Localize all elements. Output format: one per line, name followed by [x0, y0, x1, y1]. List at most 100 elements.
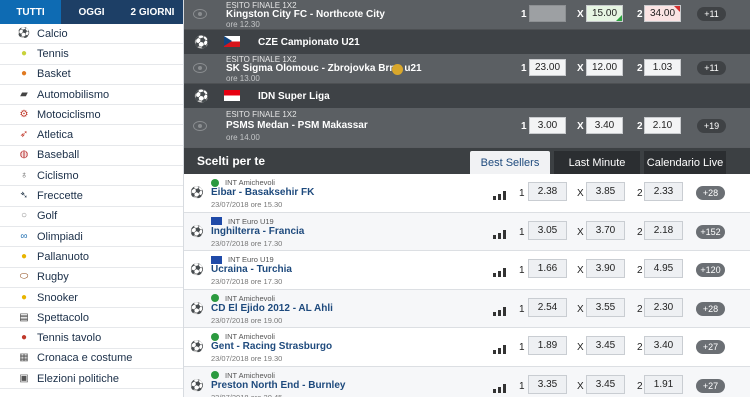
event-name[interactable]: Ucraina - Turchia [211, 264, 292, 275]
odd-x-button[interactable]: 3.90 [586, 259, 625, 278]
event-name[interactable]: CD El Ejido 2012 - AL Ahli [211, 303, 333, 314]
tab-calendario-live[interactable]: Calendario Live [644, 151, 726, 174]
more-markets-button[interactable]: +19 [697, 119, 726, 133]
more-markets-button[interactable]: +28 [696, 301, 725, 316]
odd-x-button[interactable]: 15.00 [586, 5, 623, 22]
odd-1-button[interactable]: 1.89 [528, 336, 567, 355]
pick-row[interactable]: ⚽ INT Amichevoli Preston North End - Burnl… [184, 366, 750, 397]
eye-icon[interactable] [193, 63, 207, 73]
odd-2-button[interactable]: 1.03 [644, 59, 681, 76]
more-markets-button[interactable]: +28 [696, 186, 725, 200]
stats-icon[interactable] [493, 345, 506, 354]
odd-label-x: X [577, 226, 584, 238]
odd-2-button[interactable]: 34.00 [644, 5, 681, 22]
water-polo-ball-icon: ● [20, 250, 28, 262]
odd-2-button[interactable]: 3.40 [644, 336, 683, 355]
sidebar-item-cronaca-e-costume[interactable]: ▦ Cronaca e costume [0, 349, 183, 370]
sidebar-item-tennis-tavolo[interactable]: ● Tennis tavolo [0, 328, 183, 349]
eye-icon[interactable] [193, 9, 207, 19]
sidebar-item-golf[interactable]: ○ Golf [0, 207, 183, 227]
odd-2-button[interactable]: 2.18 [644, 220, 683, 240]
event-name[interactable]: Kingston City FC - Northcote City [226, 9, 385, 20]
event-name[interactable]: Inghilterra - Francia [211, 226, 304, 237]
odd-1-button[interactable]: 2.54 [528, 297, 567, 317]
odd-1-button[interactable]: 3.05 [528, 220, 567, 240]
event-name[interactable]: Eibar - Basaksehir FK [211, 187, 314, 198]
event-name[interactable]: Preston North End - Burnley [211, 380, 345, 391]
more-markets-button[interactable]: +152 [696, 224, 725, 239]
globe-icon [211, 178, 219, 187]
tab-oggi[interactable]: OGGI [61, 0, 122, 24]
sidebar-item-automobilismo[interactable]: ▰ Automobilismo [0, 85, 183, 106]
stats-icon[interactable] [493, 383, 506, 393]
sidebar-item-tennis[interactable]: ● Tennis [0, 44, 183, 65]
sidebar-item-ciclismo[interactable]: ♁ Ciclismo [0, 166, 183, 187]
event-row[interactable]: ESITO FINALE 1X2 PSMS Medan - PSM Makass… [184, 108, 750, 147]
tab-2-giorni[interactable]: 2 GIORNI [122, 0, 183, 24]
sidebar-item-basket[interactable]: ● Basket [0, 65, 183, 85]
odd-x-button[interactable]: 3.45 [586, 336, 625, 355]
more-markets-button[interactable]: +11 [697, 61, 726, 75]
odd-1-button[interactable]: 3.00 [529, 117, 566, 134]
league-header[interactable]: ⚽ CZE Campionato U21 [184, 30, 750, 54]
sidebar-item-snooker[interactable]: ● Snooker [0, 288, 183, 309]
pick-row[interactable]: ⚽ INT Amichevoli Eibar - Basaksehir FK 23/0… [184, 174, 750, 213]
odd-1-button[interactable]: 2.38 [528, 182, 567, 201]
odd-x-button[interactable]: 3.45 [586, 374, 625, 394]
sidebar-item-olimpiadi[interactable]: ∞ Olimpiadi [0, 227, 183, 248]
pick-row[interactable]: ⚽ INT Euro U19 Ucraina - Turchia 23/07/2018… [184, 251, 750, 290]
sidebar-item-elezioni-politiche[interactable]: ▣ Elezioni politiche [0, 369, 183, 390]
odd-label-2: 2 [637, 226, 643, 238]
odd-x-button[interactable]: 3.70 [586, 220, 625, 240]
sidebar-item-rugby[interactable]: ⬭ Rugby [0, 268, 183, 288]
stats-icon[interactable] [493, 191, 506, 200]
pick-row[interactable]: ⚽ INT Amichevoli CD El Ejido 2012 - AL Ahl… [184, 289, 750, 328]
sidebar-item-motociclismo[interactable]: ⚙ Motociclismo [0, 105, 183, 126]
picks-title: Scelti per te [197, 154, 266, 168]
odd-2-button[interactable]: 1.91 [644, 374, 683, 394]
pick-row[interactable]: ⚽ INT Euro U19 Inghilterra - Francia 23/07/… [184, 212, 750, 251]
league-header[interactable]: ⚽ IDN Super Liga [184, 84, 750, 108]
stats-icon[interactable] [493, 229, 506, 239]
odd-x-button[interactable]: 12.00 [586, 59, 623, 76]
more-markets-button[interactable]: +27 [696, 340, 725, 354]
pick-row[interactable]: ⚽ INT Amichevoli Gent - Racing Strasburgo 2… [184, 328, 750, 367]
sidebar-item-atletica[interactable]: ➶ Atletica [0, 125, 183, 146]
odd-2-button[interactable]: 2.30 [644, 297, 683, 317]
sidebar-item-calcio[interactable]: ⚽ Calcio [0, 24, 183, 45]
stats-icon[interactable] [493, 268, 506, 277]
event-row[interactable]: ESITO FINALE 1X2 Kingston City FC - Nort… [184, 0, 750, 30]
odd-2-button[interactable]: 2.33 [644, 182, 683, 201]
odd-x-button[interactable]: 3.85 [586, 182, 625, 201]
tab-last-minute[interactable]: Last Minute [554, 151, 640, 174]
soccer-ball-icon: ⚽ [190, 187, 204, 199]
stats-icon[interactable] [493, 306, 506, 316]
odd-x-button[interactable]: 3.40 [586, 117, 623, 134]
odd-1-button[interactable]: 1.66 [528, 259, 567, 278]
sidebar-item-baseball[interactable]: ◍ Baseball [0, 146, 183, 167]
competition: INT Euro U19 [211, 217, 274, 226]
odd-2-button[interactable]: 2.10 [644, 117, 681, 134]
sidebar-item-freccette[interactable]: ➴ Freccette [0, 186, 183, 207]
odd-1-button[interactable] [529, 5, 566, 22]
tab-tutti[interactable]: TUTTI [0, 0, 61, 24]
sidebar-item-spettacolo[interactable]: ▤ Spettacolo [0, 308, 183, 329]
odd-1-button[interactable]: 3.35 [528, 374, 567, 394]
more-markets-button[interactable]: +11 [697, 7, 726, 21]
odd-2-button[interactable]: 4.95 [644, 259, 683, 278]
event-row[interactable]: ESITO FINALE 1X2 SK Sigma Olomouc - Zbro… [184, 54, 750, 84]
event-name[interactable]: Gent - Racing Strasburgo [211, 341, 332, 352]
more-markets-button[interactable]: +120 [696, 263, 725, 277]
odd-1-button[interactable]: 23.00 [529, 59, 566, 76]
more-markets-button[interactable]: +27 [696, 378, 725, 393]
eye-icon[interactable] [193, 121, 207, 131]
czech-flag-icon [224, 36, 240, 47]
odd-x-button[interactable]: 3.55 [586, 297, 625, 317]
tab-best-sellers[interactable]: Best Sellers [470, 151, 550, 174]
event-name[interactable]: PSMS Medan - PSM Makassar [226, 120, 368, 131]
runner-icon: ➶ [19, 129, 29, 141]
odd-label-1: 1 [519, 380, 525, 392]
sidebar-item-label: Ciclismo [37, 169, 79, 182]
sidebar-item-pallanuoto[interactable]: ● Pallanuoto [0, 247, 183, 268]
sidebar-item-label: Cronaca e costume [37, 352, 133, 365]
